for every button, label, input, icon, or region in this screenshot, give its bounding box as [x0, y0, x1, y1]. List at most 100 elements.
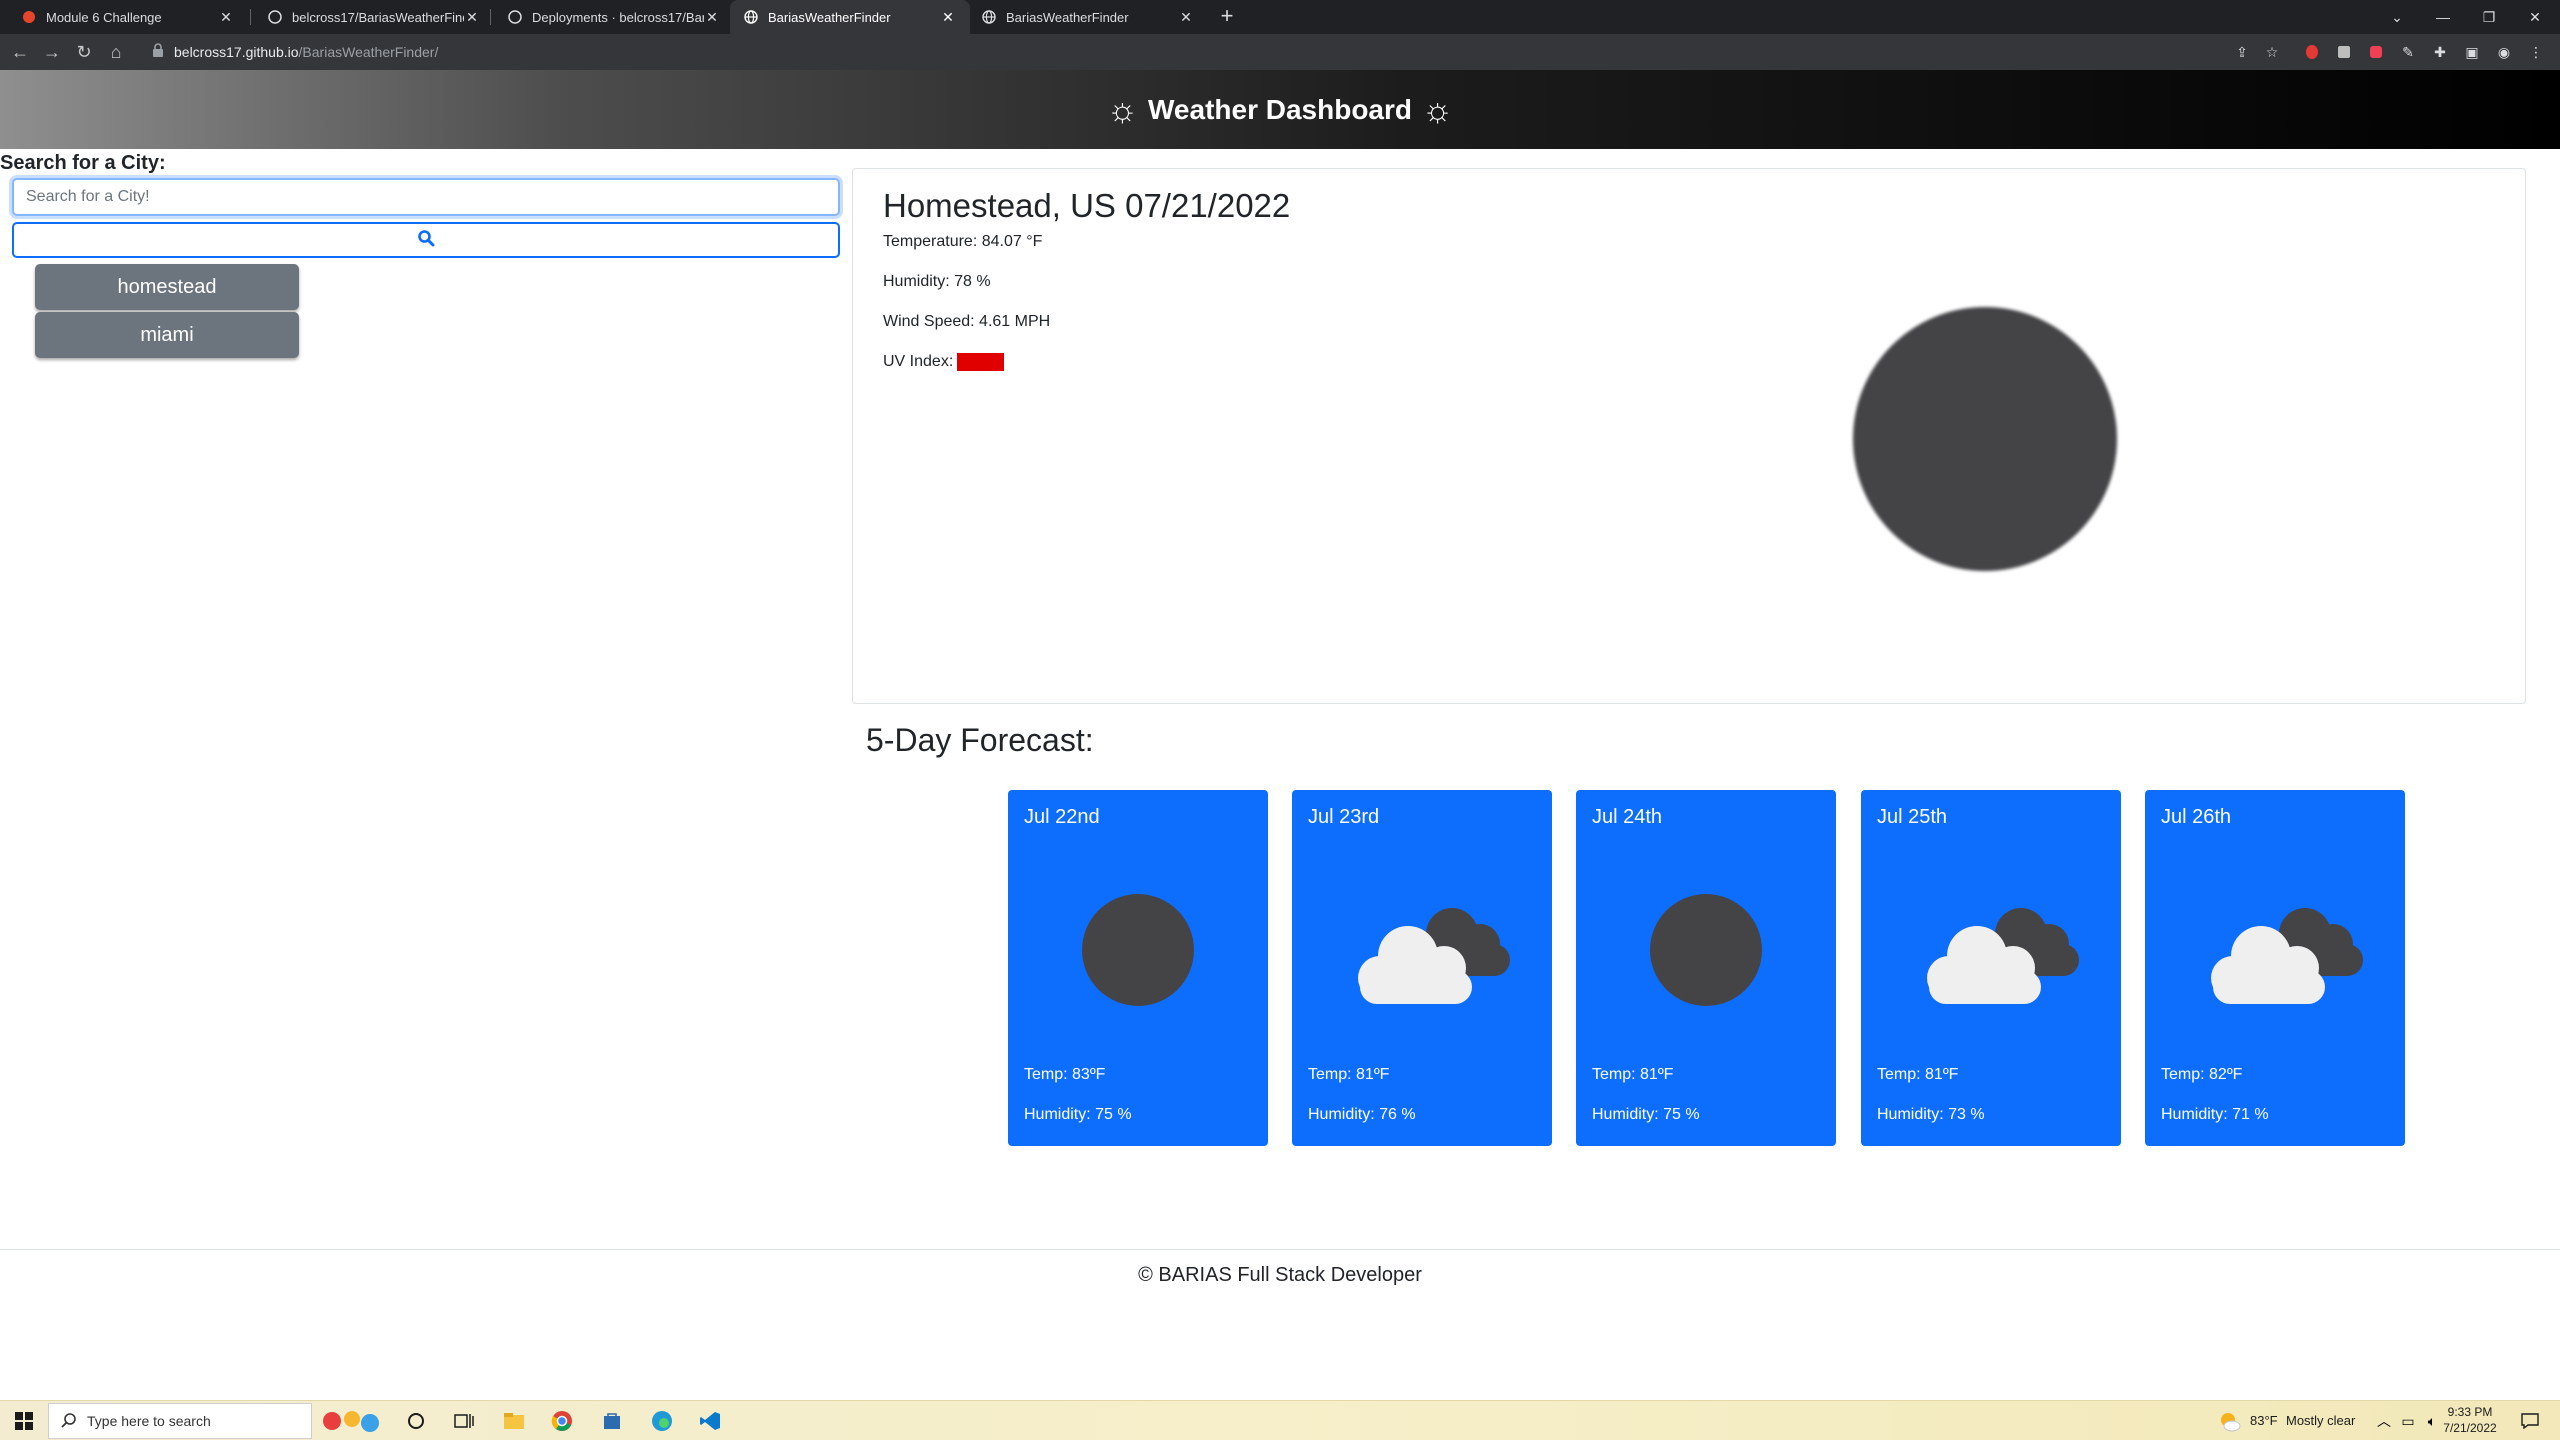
cortana-icon[interactable]	[402, 1407, 430, 1435]
forecast-humidity: Humidity: 76 %	[1308, 1106, 1416, 1123]
browser-tab[interactable]: Module 6 Challenge ✕	[8, 0, 248, 34]
forecast-temp: Temp: 83ºF	[1024, 1066, 1106, 1083]
forecast-title: 5-Day Forecast:	[866, 722, 1094, 758]
close-icon[interactable]: ✕	[464, 9, 480, 26]
city-search-input[interactable]	[12, 178, 840, 216]
uv-label: UV Index:	[883, 353, 954, 370]
clouds-icon	[1927, 890, 2079, 1010]
minimize-button[interactable]: —	[2420, 0, 2466, 34]
forecast-temp: Temp: 81ºF	[1592, 1066, 1674, 1083]
system-clock[interactable]: 9:33 PM 7/21/2022	[2440, 1404, 2500, 1436]
forecast-date: Jul 25th	[1877, 806, 1948, 828]
tab-title: Deployments · belcross17/Barias	[532, 9, 704, 25]
extension-pen-icon[interactable]: ✎	[2398, 42, 2418, 62]
extension-pocket-icon[interactable]	[2366, 42, 2386, 62]
forecast-card: Jul 26th Temp: 82ºF Humidity: 71 %	[2145, 790, 2405, 1146]
page-title: ☼ Weather Dashboard ☼	[1107, 93, 1453, 127]
forecast-humidity: Humidity: 71 %	[2161, 1106, 2269, 1123]
github-icon	[268, 10, 282, 24]
tab-title: BariasWeatherFinder	[768, 9, 891, 25]
back-icon[interactable]: ←	[8, 40, 32, 64]
search-label: Search for a City:	[0, 152, 166, 174]
history-city-button[interactable]: homestead	[35, 264, 299, 310]
task-view-icon[interactable]	[450, 1407, 478, 1435]
edge-icon[interactable]	[648, 1407, 676, 1435]
history-city-button[interactable]: miami	[35, 312, 299, 358]
globe-icon	[982, 10, 996, 24]
vscode-icon[interactable]	[696, 1407, 724, 1435]
forecast-date: Jul 23rd	[1308, 806, 1380, 828]
notification-icon[interactable]	[2516, 1407, 2544, 1435]
taskbar-weather-temp[interactable]: 83°F	[2250, 1413, 2278, 1428]
store-icon[interactable]	[598, 1407, 626, 1435]
footer-text: © BARIAS Full Stack Developer	[1138, 1264, 1422, 1286]
menu-icon[interactable]: ⋮	[2526, 42, 2546, 62]
tab-search-icon[interactable]: ⌄	[2374, 0, 2420, 34]
new-tab-button[interactable]: +	[1214, 4, 1240, 30]
forward-icon[interactable]: →	[40, 40, 64, 64]
forecast-card: Jul 22nd Temp: 83ºF Humidity: 75 %	[1008, 790, 1268, 1146]
current-wind-speed: Wind Speed: 4.61 MPH	[883, 313, 1051, 330]
forecast-temp: Temp: 81ºF	[1308, 1066, 1390, 1083]
url-host: belcross17.github.io	[174, 44, 299, 60]
current-temperature: Temperature: 84.07 °F	[883, 233, 1043, 250]
browser-tab-strip: Module 6 Challenge ✕ belcross17/BariasWe…	[0, 0, 2560, 34]
clouds-icon	[1358, 890, 1510, 1010]
close-icon[interactable]: ✕	[1178, 9, 1194, 26]
forecast-date: Jul 26th	[2161, 806, 2232, 828]
browser-toolbar: ← → ↻ ⌂ belcross17.github.io/BariasWeath…	[0, 34, 2560, 70]
address-bar[interactable]: belcross17.github.io/BariasWeatherFinder…	[146, 37, 2236, 67]
file-explorer-icon[interactable]	[500, 1407, 528, 1435]
globe-icon	[744, 10, 758, 24]
close-icon[interactable]: ✕	[218, 9, 234, 26]
page-title-text: Weather Dashboard	[1148, 93, 1412, 125]
taskbar-weather-desc[interactable]: Mostly clear	[2286, 1413, 2355, 1428]
github-icon	[508, 10, 522, 24]
clear-night-icon	[1646, 890, 1766, 1010]
app-header: ☼ Weather Dashboard ☼	[0, 70, 2560, 149]
reload-icon[interactable]: ↻	[72, 40, 96, 64]
browser-tab[interactable]: Deployments · belcross17/Barias ✕	[494, 0, 734, 34]
browser-tab[interactable]: belcross17/BariasWeatherFinder ✕	[254, 0, 494, 34]
tab-divider	[250, 9, 251, 25]
extensions-puzzle-icon[interactable]: ✚	[2430, 42, 2450, 62]
close-icon[interactable]: ✕	[704, 9, 720, 26]
clock-date: 7/21/2022	[2443, 1421, 2497, 1435]
current-city-title: Homestead, US 07/21/2022	[883, 187, 1291, 224]
forecast-date: Jul 24th	[1592, 806, 1663, 828]
forecast-humidity: Humidity: 73 %	[1877, 1106, 1985, 1123]
taskbar-search-box[interactable]: Type here to search	[48, 1403, 312, 1439]
browser-tab-active[interactable]: BariasWeatherFinder ✕	[730, 0, 970, 34]
tab-divider	[490, 9, 491, 25]
browser-tab[interactable]: BariasWeatherFinder ✕	[968, 0, 1208, 34]
sun-icon: ☼	[1422, 90, 1454, 129]
extension-gray-icon[interactable]	[2334, 42, 2354, 62]
canvas-icon	[22, 10, 36, 24]
weather-partly-cloudy-icon[interactable]	[2216, 1407, 2244, 1435]
forecast-humidity: Humidity: 75 %	[1592, 1106, 1700, 1123]
search-button[interactable]	[12, 222, 840, 258]
profile-icon[interactable]: ◉	[2494, 42, 2514, 62]
search-highlight-icon[interactable]	[318, 1407, 388, 1435]
close-window-button[interactable]: ✕	[2512, 0, 2558, 34]
clear-night-icon	[1853, 307, 2117, 571]
restore-button[interactable]: ❐	[2466, 0, 2512, 34]
windows-taskbar: Type here to search 83°F Mostly clear ︿ …	[0, 1400, 2560, 1440]
forecast-card: Jul 23rd Temp: 81ºF Humidity: 76 %	[1292, 790, 1552, 1146]
side-panel-icon[interactable]: ▣	[2462, 42, 2482, 62]
home-icon[interactable]: ⌂	[104, 40, 128, 64]
taskbar-search-placeholder: Type here to search	[87, 1413, 211, 1429]
lock-icon[interactable]	[152, 42, 164, 62]
search-icon	[417, 229, 435, 252]
current-weather-panel: Homestead, US 07/21/2022 Temperature: 84…	[852, 168, 2526, 704]
windows-start-icon[interactable]	[10, 1407, 38, 1435]
search-icon	[61, 1412, 77, 1431]
extension-red-icon[interactable]	[2302, 42, 2322, 62]
bookmark-star-icon[interactable]: ☆	[2262, 42, 2282, 62]
chrome-icon[interactable]	[548, 1407, 576, 1435]
url-path: /BariasWeatherFinder/	[298, 44, 439, 60]
share-icon[interactable]: ⇪	[2232, 42, 2252, 62]
tab-title: belcross17/BariasWeatherFinder	[292, 9, 464, 25]
close-icon[interactable]: ✕	[940, 9, 956, 26]
web-page: ☼ Weather Dashboard ☼ Search for a City:…	[0, 70, 2560, 1400]
